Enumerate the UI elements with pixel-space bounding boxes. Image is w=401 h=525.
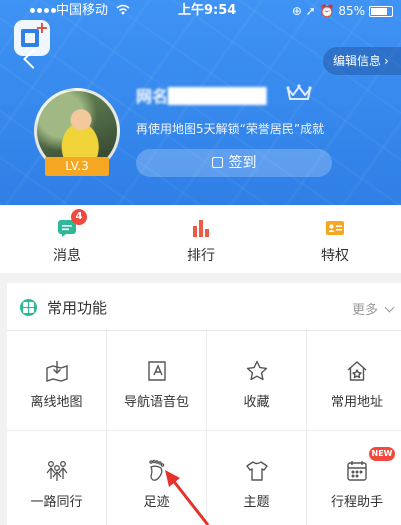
achievement-tagline: 再使用地图5天解锁“荣誉居民”成就 [136, 122, 325, 136]
offline-map-icon [46, 361, 68, 382]
chevron-right-icon: › [384, 54, 389, 68]
grid-item-label: 主题 [243, 495, 270, 510]
theme-shirt-icon [246, 461, 268, 481]
status-time: 上午9:54 [178, 3, 237, 18]
privilege-button[interactable]: 特权 [268, 205, 401, 273]
ranking-button[interactable]: 排行 [134, 205, 268, 273]
more-label: 更多 [351, 303, 378, 318]
chevron-down-icon [384, 302, 395, 313]
home-icon [347, 361, 367, 381]
grid-item-voice-pack[interactable]: 导航语音包 [107, 331, 207, 431]
carrier-name: 中国移动 [56, 3, 109, 18]
edit-profile-label: 编辑信息 [333, 54, 382, 68]
messages-label: 消息 [53, 248, 81, 264]
status-indicator-icons: ⊕ ➚ ⏰ [291, 4, 335, 18]
grid-item-offline-map[interactable]: 离线地图 [7, 331, 107, 431]
crown-icon[interactable] [286, 84, 312, 102]
status-bar: 中国移动 上午9:54 ⊕ ➚ ⏰ 85% [0, 0, 401, 22]
privilege-label: 特权 [321, 248, 349, 264]
grid-item-label: 常用地址 [330, 395, 383, 410]
battery-icon [369, 6, 393, 17]
voice-pack-icon [148, 361, 166, 381]
grid-item-theme[interactable]: 主题 [207, 431, 307, 525]
calendar-icon [347, 461, 367, 481]
grid-item-label: 一路同行 [30, 495, 83, 510]
signin-button[interactable]: 签到 [136, 149, 332, 177]
grid-item-trip-assistant[interactable]: NEW 行程助手 [307, 431, 401, 525]
more-button[interactable]: 更多 [351, 299, 395, 318]
grid-item-label: 导航语音包 [123, 395, 189, 410]
grid-item-label: 离线地图 [30, 395, 83, 410]
username: 网名████████ [136, 87, 267, 105]
signin-icon [211, 157, 223, 168]
grid-item-common-address[interactable]: 常用地址 [307, 331, 401, 431]
quick-actions-bar: 4 消息 排行 特权 [0, 205, 401, 273]
signin-label: 签到 [228, 155, 257, 171]
panel-header: 常用功能 更多 [7, 283, 401, 331]
group-travel-icon [46, 461, 68, 481]
grid-item-label: 收藏 [243, 395, 270, 410]
battery-percent: 85% [338, 4, 365, 18]
level-badge: LV.3 [45, 157, 109, 176]
ranking-icon [193, 220, 209, 237]
status-indicators: ⊕ ➚ ⏰ 85% [292, 0, 365, 22]
privilege-icon [326, 221, 344, 235]
grid-item-favorites[interactable]: 收藏 [207, 331, 307, 431]
messages-button[interactable]: 4 消息 [0, 205, 134, 273]
grid-item-label: 行程助手 [330, 495, 383, 510]
new-tag-badge: NEW [369, 447, 395, 461]
annotation-arrow-icon [165, 470, 210, 525]
edit-profile-button[interactable]: 编辑信息 › [323, 47, 401, 75]
grid-apps-icon [20, 299, 37, 316]
grid-item-group-travel[interactable]: 一路同行 [7, 431, 107, 525]
signal-strength-icon [30, 8, 56, 13]
ranking-label: 排行 [187, 248, 215, 264]
unread-count-badge: 4 [71, 209, 87, 225]
panel-title: 常用功能 [47, 299, 108, 317]
star-icon [246, 360, 268, 381]
profile-header: 中国移动 上午9:54 ⊕ ➚ ⏰ 85% + 编辑信息 › LV.3 网名███… [0, 0, 401, 205]
wifi-icon [116, 0, 130, 22]
